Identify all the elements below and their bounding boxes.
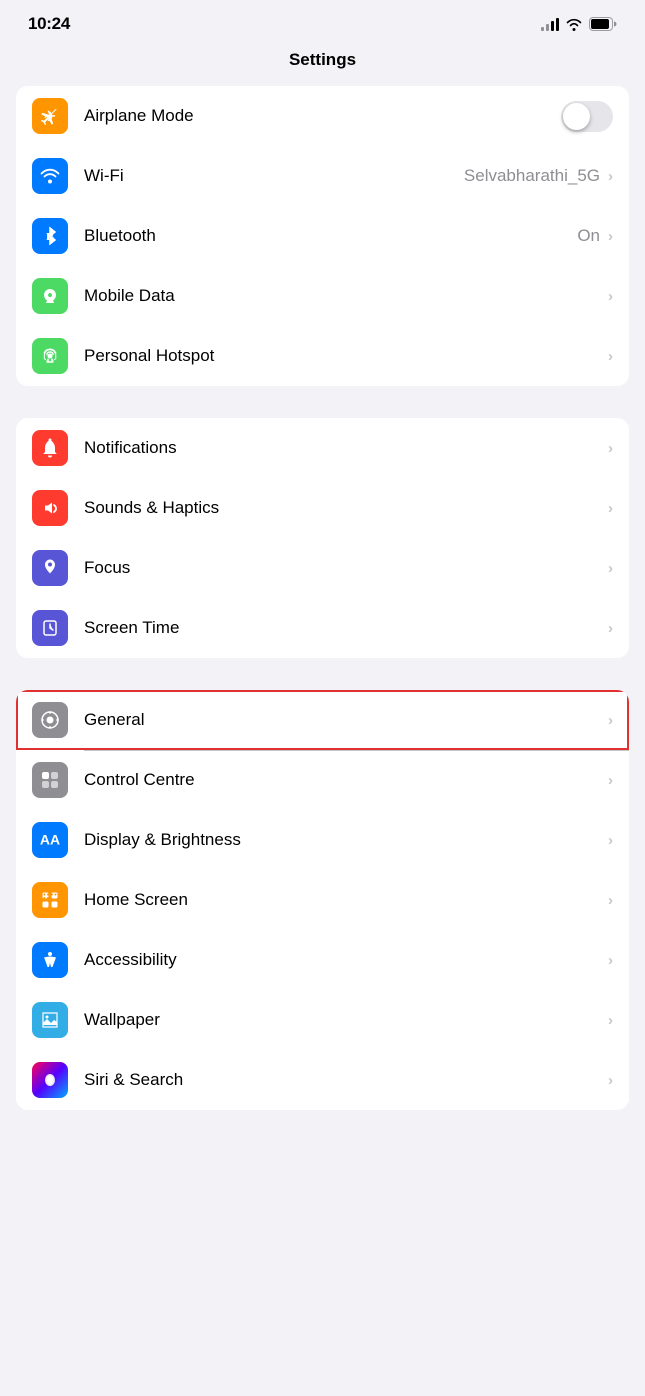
general-group: General › Control Centre › AA Display & …	[16, 690, 629, 1110]
wifi-row[interactable]: Wi-Fi Selvabharathi_5G ›	[16, 146, 629, 206]
screen-time-chevron: ›	[608, 620, 613, 637]
accessibility-icon	[32, 942, 68, 978]
control-centre-icon	[32, 762, 68, 798]
svg-text:AA: AA	[40, 832, 60, 848]
home-screen-label: Home Screen	[84, 890, 606, 910]
notifications-group: Notifications › Sounds & Haptics › Focus…	[16, 418, 629, 658]
sounds-haptics-chevron: ›	[608, 500, 613, 517]
focus-icon	[32, 550, 68, 586]
personal-hotspot-row[interactable]: ⬡ ⬡ Personal Hotspot ›	[16, 326, 629, 386]
status-icons	[541, 17, 617, 31]
mobile-data-row[interactable]: Mobile Data ›	[16, 266, 629, 326]
siri-search-row[interactable]: Siri & Search ›	[16, 1050, 629, 1110]
wifi-chevron: ›	[608, 168, 613, 185]
mobile-data-label: Mobile Data	[84, 286, 606, 306]
notifications-chevron: ›	[608, 440, 613, 457]
screen-time-row[interactable]: Screen Time ›	[16, 598, 629, 658]
bluetooth-row[interactable]: ʙ Bluetooth On ›	[16, 206, 629, 266]
focus-row[interactable]: Focus ›	[16, 538, 629, 598]
personal-hotspot-chevron: ›	[608, 348, 613, 365]
wifi-value: Selvabharathi_5G	[464, 166, 600, 186]
general-label: General	[84, 710, 606, 730]
wallpaper-icon	[32, 1002, 68, 1038]
general-icon	[32, 702, 68, 738]
display-brightness-label: Display & Brightness	[84, 830, 606, 850]
wallpaper-label: Wallpaper	[84, 1010, 606, 1030]
control-centre-row[interactable]: Control Centre ›	[16, 750, 629, 810]
page-title: Settings	[0, 42, 645, 86]
home-screen-row[interactable]: Home Screen ›	[16, 870, 629, 930]
display-icon: AA	[32, 822, 68, 858]
wifi-status-icon	[565, 17, 583, 31]
svg-text:✈: ✈	[44, 108, 56, 124]
wifi-icon	[32, 158, 68, 194]
notifications-row[interactable]: Notifications ›	[16, 418, 629, 478]
battery-icon	[589, 17, 617, 31]
screen-time-label: Screen Time	[84, 618, 606, 638]
siri-search-label: Siri & Search	[84, 1070, 606, 1090]
bluetooth-chevron: ›	[608, 228, 613, 245]
bluetooth-label: Bluetooth	[84, 226, 577, 246]
wallpaper-chevron: ›	[608, 1012, 613, 1029]
status-time: 10:24	[28, 14, 70, 34]
home-screen-icon	[32, 882, 68, 918]
focus-chevron: ›	[608, 560, 613, 577]
siri-search-chevron: ›	[608, 1072, 613, 1089]
sounds-icon	[32, 490, 68, 526]
wifi-label: Wi-Fi	[84, 166, 464, 186]
control-centre-label: Control Centre	[84, 770, 606, 790]
display-brightness-row[interactable]: AA Display & Brightness ›	[16, 810, 629, 870]
accessibility-label: Accessibility	[84, 950, 606, 970]
personal-hotspot-label: Personal Hotspot	[84, 346, 606, 366]
siri-icon	[32, 1062, 68, 1098]
airplane-mode-label: Airplane Mode	[84, 106, 561, 126]
svg-text:ʙ: ʙ	[46, 228, 54, 244]
control-centre-chevron: ›	[608, 772, 613, 789]
notifications-label: Notifications	[84, 438, 606, 458]
status-bar: 10:24	[0, 0, 645, 42]
accessibility-row[interactable]: Accessibility ›	[16, 930, 629, 990]
mobile-data-chevron: ›	[608, 288, 613, 305]
accessibility-chevron: ›	[608, 952, 613, 969]
airplane-mode-toggle[interactable]	[561, 101, 613, 132]
screen-time-icon	[32, 610, 68, 646]
bluetooth-icon: ʙ	[32, 218, 68, 254]
home-screen-chevron: ›	[608, 892, 613, 909]
airplane-mode-icon: ✈	[32, 98, 68, 134]
network-group: ✈ Airplane Mode Wi-Fi Selvabharathi_5G ›	[16, 86, 629, 386]
focus-label: Focus	[84, 558, 606, 578]
signal-icon	[541, 17, 559, 31]
sounds-haptics-label: Sounds & Haptics	[84, 498, 606, 518]
bluetooth-value: On	[577, 226, 600, 246]
general-chevron: ›	[608, 712, 613, 729]
sounds-haptics-row[interactable]: Sounds & Haptics ›	[16, 478, 629, 538]
hotspot-icon: ⬡ ⬡	[32, 338, 68, 374]
notifications-icon	[32, 430, 68, 466]
display-brightness-chevron: ›	[608, 832, 613, 849]
wallpaper-row[interactable]: Wallpaper ›	[16, 990, 629, 1050]
general-row[interactable]: General ›	[16, 690, 629, 750]
mobile-data-icon	[32, 278, 68, 314]
airplane-mode-row[interactable]: ✈ Airplane Mode	[16, 86, 629, 146]
